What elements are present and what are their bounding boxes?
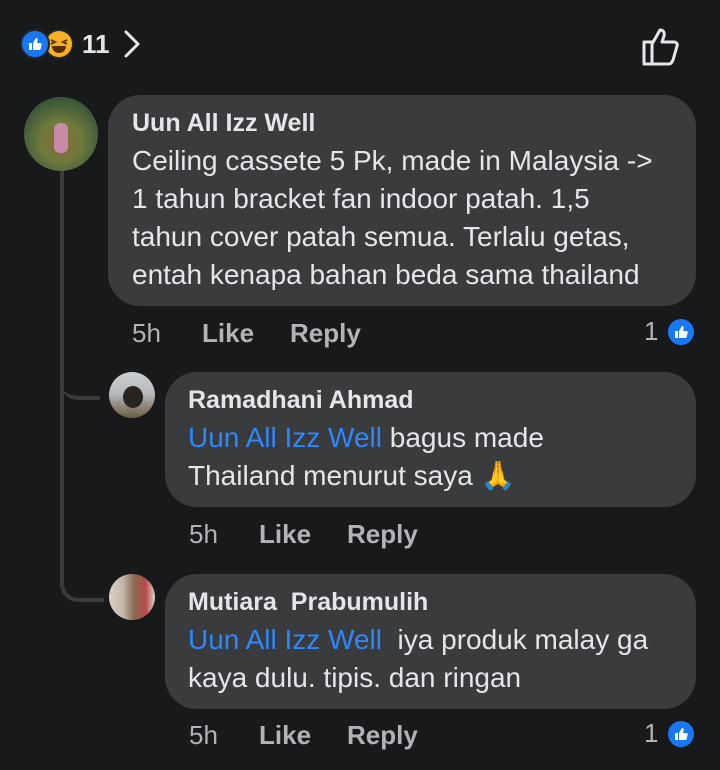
comment-bubble: Ramadhani Ahmad Uun All Izz Well bagus m… (165, 372, 696, 507)
reply-button[interactable]: Reply (347, 519, 418, 550)
comment-actions: 5h Like Reply (189, 720, 418, 751)
comment-reactions[interactable]: 1 (644, 316, 697, 347)
like-reaction-icon (666, 316, 697, 347)
like-reaction-icon (666, 718, 697, 749)
pray-emoji: 🙏 (480, 460, 516, 491)
comment-author[interactable]: Uun All Izz Well (132, 109, 696, 138)
like-button[interactable]: Like (259, 720, 347, 751)
chevron-right-icon (124, 30, 139, 58)
comment-bubble: Mutiara Prabumulih Uun All Izz Well iya … (165, 574, 696, 709)
comment-text: Ceiling cassete 5 Pk, made in Malaysia -… (132, 145, 653, 290)
comment-text: Uun All Izz Well bagus made Thailand men… (188, 422, 544, 491)
reply-button[interactable]: Reply (347, 720, 418, 751)
comment-reactions[interactable]: 1 (644, 718, 697, 749)
comment-author[interactable]: Mutiara Prabumulih (188, 588, 696, 617)
reply-button[interactable]: Reply (290, 318, 361, 349)
thread-branch (60, 390, 104, 602)
mention-link[interactable]: Uun All Izz Well (188, 422, 382, 453)
avatar[interactable] (24, 97, 98, 171)
comment-actions: 5h Like Reply (132, 318, 361, 349)
comment-text: Uun All Izz Well iya produk malay ga kay… (188, 624, 649, 693)
mention-link[interactable]: Uun All Izz Well (188, 624, 382, 655)
comment-actions: 5h Like Reply (189, 519, 418, 550)
timestamp[interactable]: 5h (189, 720, 259, 751)
comment-bubble: Uun All Izz Well Ceiling cassete 5 Pk, m… (108, 95, 696, 306)
like-button[interactable]: Like (202, 318, 290, 349)
like-outline-icon[interactable] (640, 24, 684, 68)
reaction-summary[interactable]: 11 (20, 26, 144, 62)
reaction-count: 11 (82, 28, 110, 59)
like-reaction-icon (20, 29, 50, 59)
avatar[interactable] (109, 372, 155, 418)
avatar[interactable] (109, 574, 155, 620)
comment-author[interactable]: Ramadhani Ahmad (188, 386, 696, 415)
timestamp[interactable]: 5h (132, 318, 202, 349)
like-button[interactable]: Like (259, 519, 347, 550)
timestamp[interactable]: 5h (189, 519, 259, 550)
